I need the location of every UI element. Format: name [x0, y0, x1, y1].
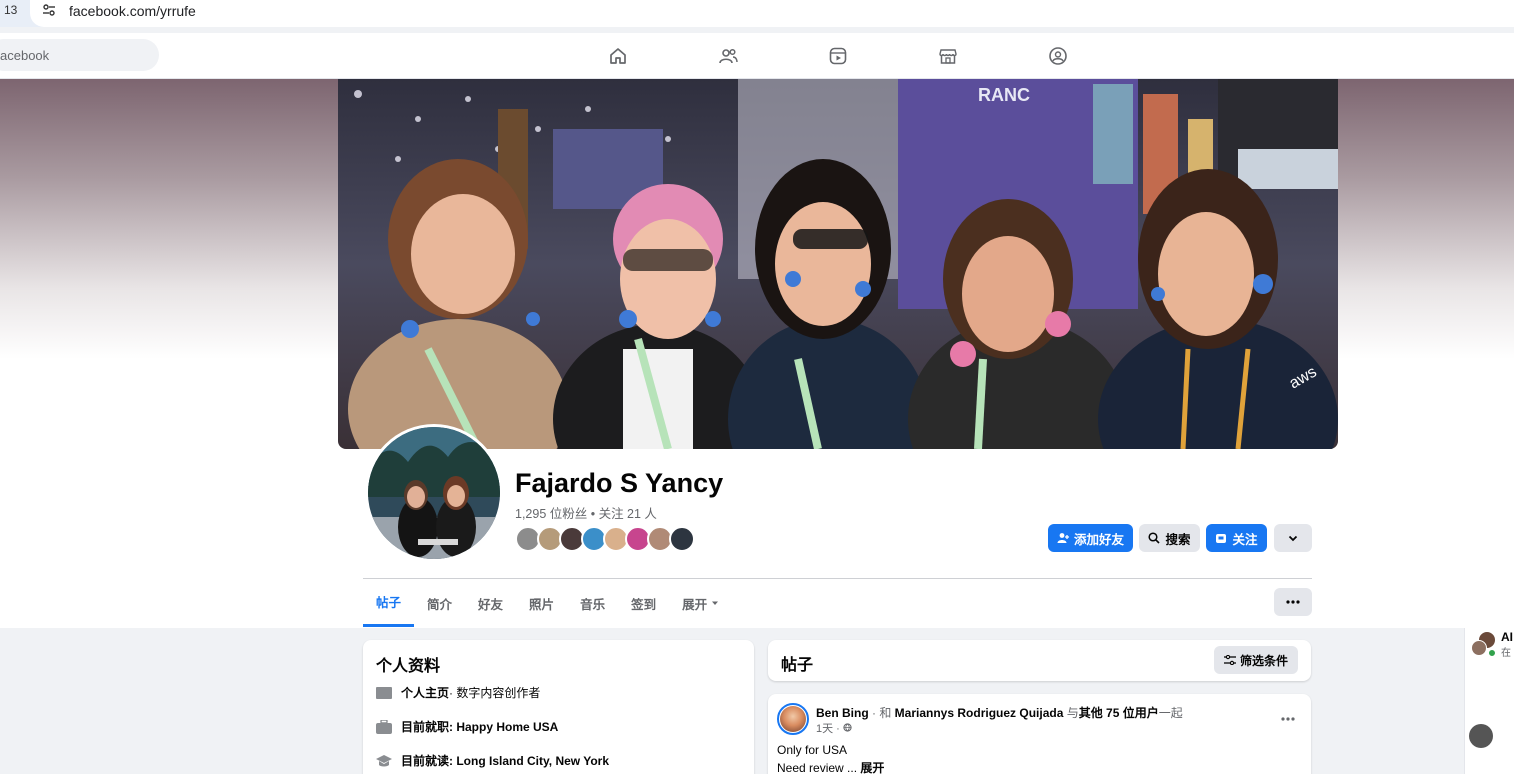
- tab-music[interactable]: 音乐: [567, 579, 618, 627]
- search-button[interactable]: 搜索: [1139, 524, 1200, 552]
- mutual-friends-avatars[interactable]: [515, 526, 695, 552]
- add-friend-icon: [1057, 533, 1069, 543]
- follow-button[interactable]: 关注: [1206, 524, 1267, 552]
- intro-row-bold: 目前就读: Long Island City, New York: [401, 754, 610, 768]
- home-icon[interactable]: [607, 45, 629, 67]
- intro-row-school: 目前就读: Long Island City, New York: [376, 752, 609, 769]
- follower-stats[interactable]: 1,295 位粉丝 • 关注 21 人: [515, 503, 657, 522]
- chat-sidebar: AI 在: [1464, 628, 1514, 774]
- tab-friends[interactable]: 好友: [465, 579, 516, 627]
- search-label: 搜索: [1165, 532, 1191, 547]
- profile-name: Fajardo S Yancy: [515, 468, 724, 498]
- intro-title: 个人资料: [376, 658, 441, 675]
- tab-label: 简介: [427, 597, 453, 612]
- url-text[interactable]: facebook.com/yrrufe: [69, 3, 196, 19]
- intro-row-rest: · 数字内容创作者: [449, 686, 541, 700]
- see-more-link[interactable]: 展开: [860, 761, 884, 774]
- globe-icon: [843, 723, 852, 732]
- chat-group-avatar[interactable]: [1471, 632, 1497, 658]
- graduation-cap-icon: [376, 754, 392, 768]
- posts-title: 帖子: [781, 657, 814, 674]
- groups-icon[interactable]: [1047, 45, 1069, 67]
- address-field[interactable]: [30, 0, 1514, 27]
- ellipsis-icon: [1286, 600, 1300, 604]
- chat-contact-status: 在: [1501, 648, 1511, 659]
- search-placeholder: acebook: [0, 48, 50, 63]
- search-icon: [1148, 532, 1161, 544]
- briefcase-icon: [376, 719, 392, 734]
- others-link[interactable]: 其他 75 位用户: [1079, 706, 1159, 720]
- post-card: Ben Bing · 和 Mariannys Rodriguez Quijada…: [768, 694, 1311, 774]
- filter-label: 筛选条件: [1239, 653, 1288, 668]
- profile-more-button[interactable]: [1274, 588, 1312, 616]
- post-others-suffix: 一起: [1158, 706, 1183, 720]
- tab-label: 展开: [682, 597, 708, 612]
- intro-row-page: 个人主页 · 数字内容创作者: [376, 684, 540, 701]
- post-time-text: 1天 ·: [816, 723, 843, 735]
- post-meta: Ben Bing · 和 Mariannys Rodriguez Quijada…: [816, 704, 1183, 721]
- tab-label: 签到: [631, 597, 657, 612]
- add-friend-button[interactable]: 添加好友: [1048, 524, 1133, 552]
- post-line2-text: Need review ...: [777, 761, 861, 774]
- flag-icon: [376, 686, 392, 700]
- post-with-prefix: · 和: [868, 706, 895, 720]
- profile-header: RANC aws Fajardo S Yancy 1,295 位粉丝 • 关注 …: [0, 79, 1514, 628]
- profile-avatar[interactable]: [365, 424, 503, 562]
- add-friend-label: 添加好友: [1073, 532, 1124, 547]
- post-author-name[interactable]: Ben Bing: [816, 706, 869, 720]
- facebook-search-input[interactable]: acebook: [0, 39, 159, 71]
- browser-url-bar: 13 facebook.com/yrrufe: [0, 0, 1514, 27]
- tab-label: 好友: [478, 597, 504, 612]
- post-author-avatar[interactable]: [777, 703, 809, 735]
- intro-row-bold: 目前就职: Happy Home USA: [401, 720, 559, 734]
- post-options-button[interactable]: [1281, 708, 1295, 726]
- posts-header-card: 帖子 筛选条件: [768, 640, 1311, 681]
- tagged-user-name[interactable]: Mariannys Rodriguez Quijada: [895, 706, 1064, 720]
- friends-icon[interactable]: [717, 45, 739, 67]
- tab-about[interactable]: 简介: [414, 579, 465, 627]
- post-text-line1: Only for USA: [777, 743, 848, 757]
- tab-posts[interactable]: 帖子: [363, 579, 415, 627]
- chat-contact-name[interactable]: AI: [1501, 630, 1513, 644]
- post-time[interactable]: 1天 ·: [816, 720, 852, 736]
- friend-avatar[interactable]: [669, 526, 695, 552]
- tab-label: 照片: [529, 597, 555, 612]
- follow-icon: [1216, 534, 1227, 543]
- tab-checkins[interactable]: 签到: [618, 579, 669, 627]
- tab-label: 帖子: [376, 596, 402, 610]
- caret-down-icon: [712, 601, 719, 605]
- more-actions-dropdown[interactable]: [1274, 524, 1312, 552]
- intro-card: 个人资料 个人主页 · 数字内容创作者 目前就职: Happy Home USA…: [363, 640, 754, 774]
- chevron-down-icon: [1288, 535, 1298, 542]
- filter-button[interactable]: 筛选条件: [1214, 646, 1298, 674]
- post-text-line2: Need review ... 展开: [777, 759, 884, 774]
- tab-photos[interactable]: 照片: [516, 579, 567, 627]
- ellipsis-icon: [1281, 717, 1295, 721]
- marketplace-icon[interactable]: [937, 45, 959, 67]
- tab-label: 音乐: [580, 597, 606, 612]
- video-icon[interactable]: [827, 45, 849, 67]
- filter-icon: [1223, 655, 1236, 665]
- cover-photo[interactable]: RANC aws: [338, 79, 1338, 449]
- tab-number: 13: [4, 3, 18, 17]
- intro-row-work: 目前就职: Happy Home USA: [376, 718, 558, 735]
- chat-contact-avatar[interactable]: [1469, 724, 1493, 748]
- post-others-prefix: 与: [1063, 706, 1079, 720]
- intro-row-bold: 个人主页: [401, 686, 450, 700]
- svg-text:RANC: RANC: [978, 85, 1030, 105]
- tab-more[interactable]: 展开: [669, 579, 732, 627]
- follow-label: 关注: [1232, 532, 1258, 547]
- facebook-top-nav: acebook: [0, 33, 1514, 79]
- profile-tabs: 帖子 简介 好友 照片 音乐 签到 展开: [363, 579, 732, 627]
